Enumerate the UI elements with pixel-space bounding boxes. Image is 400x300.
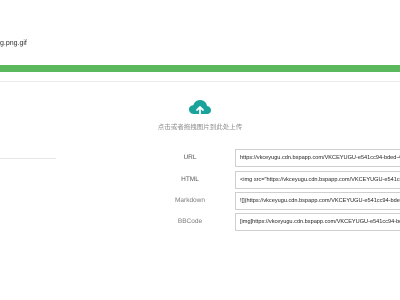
cloud-upload-icon[interactable] bbox=[188, 98, 212, 118]
section-divider bbox=[0, 81, 400, 82]
html-label: HTML bbox=[181, 176, 199, 183]
bbcode-label: BBCode bbox=[177, 218, 203, 225]
url-field[interactable]: https://vkceyugu.cdn.bspapp.com/VKCEYUGU… bbox=[235, 149, 400, 167]
header-area bbox=[0, 0, 400, 28]
markdown-row: Markdown ![](https://vkceyugu.cdn.bspapp… bbox=[150, 192, 400, 210]
bbcode-row: BBCode [img]https://vkceyugu.cdn.bspapp.… bbox=[150, 213, 400, 231]
upload-page: g.png.gif 点击或者拖拽图片到此处上传 URL https://vkce… bbox=[0, 0, 400, 300]
url-label: URL bbox=[183, 154, 197, 161]
url-row: URL https://vkceyugu.cdn.bspapp.com/VKCE… bbox=[150, 149, 400, 167]
allowed-file-types: g.png.gif bbox=[0, 40, 27, 47]
html-row: HTML <img src="https://vkceyugu.cdn.bspa… bbox=[150, 171, 400, 189]
bbcode-field[interactable]: [img]https://vkceyugu.cdn.bspapp.com/VKC… bbox=[235, 213, 400, 231]
markdown-field[interactable]: ![](https://vkceyugu.cdn.bspapp.com/VKCE… bbox=[235, 192, 400, 210]
left-divider bbox=[0, 158, 56, 159]
upload-progress-fill bbox=[0, 65, 400, 72]
markdown-label: Markdown bbox=[175, 197, 205, 204]
upload-progress-bar bbox=[0, 65, 400, 72]
html-field[interactable]: <img src="https://vkceyugu.cdn.bspapp.co… bbox=[235, 171, 400, 189]
upload-hint-text[interactable]: 点击或者拖拽图片到此处上传 bbox=[0, 121, 400, 131]
